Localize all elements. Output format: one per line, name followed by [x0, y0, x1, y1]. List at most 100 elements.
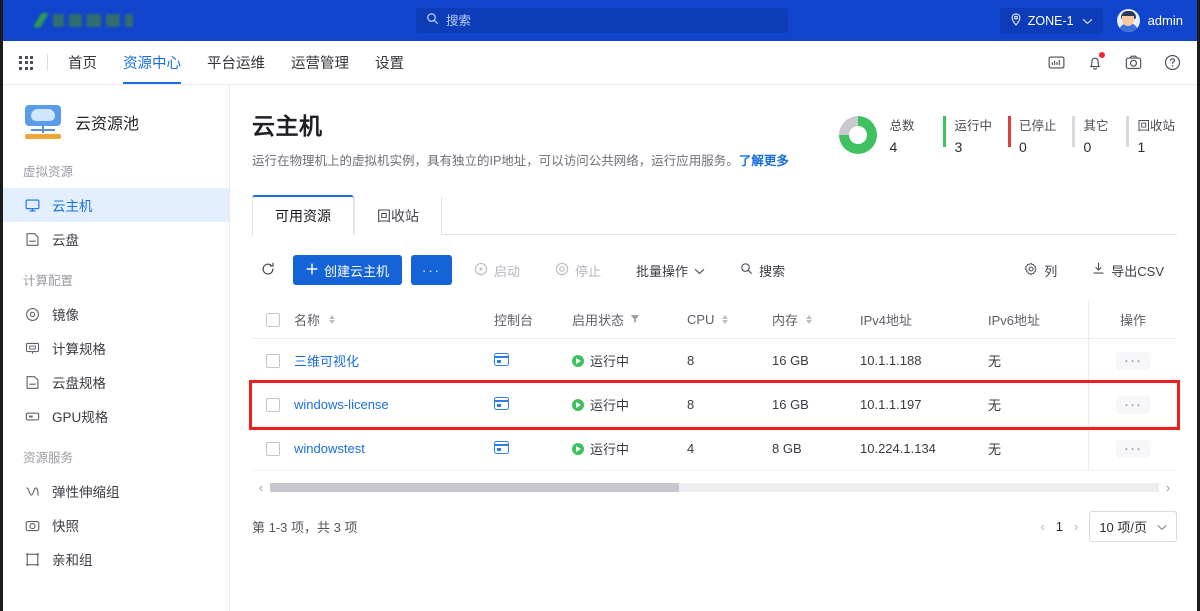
- table-row[interactable]: windows-license 运行中 8 16 GB 10.1.1.197 无…: [249, 380, 1180, 430]
- select-all-cell: [252, 312, 294, 327]
- location-pin-icon: [1010, 12, 1022, 29]
- sidebar-item-snapshot[interactable]: 快照: [3, 508, 229, 542]
- nav-icon-group: [1048, 52, 1181, 71]
- global-search[interactable]: [416, 8, 788, 33]
- export-csv-button[interactable]: 导出CSV: [1079, 255, 1177, 285]
- sidebar-item-label: 弹性伸缩组: [52, 485, 120, 500]
- select-all-checkbox[interactable]: [266, 312, 280, 327]
- sidebar-item-disk-spec[interactable]: 云盘规格: [3, 365, 229, 399]
- sidebar-title: 云资源池: [75, 116, 140, 133]
- console-icon[interactable]: [494, 440, 509, 454]
- sort-icon[interactable]: [806, 314, 813, 325]
- zone-selector[interactable]: ZONE-1: [999, 7, 1103, 34]
- header-ipv6: IPv6地址: [988, 310, 1088, 329]
- scroll-left-icon[interactable]: ‹: [252, 480, 270, 495]
- tab-available-resources[interactable]: 可用资源: [252, 195, 354, 235]
- stop-button[interactable]: 停止: [542, 255, 615, 285]
- scrollbar-track[interactable]: [270, 482, 1159, 492]
- sidebar-item-compute-spec[interactable]: 计算规格: [3, 331, 229, 365]
- row-more-button[interactable]: ···: [1116, 395, 1150, 414]
- host-name-link[interactable]: windowstest: [294, 441, 365, 456]
- running-icon: [572, 442, 584, 455]
- next-page-button[interactable]: ›: [1074, 519, 1078, 534]
- running-icon: [572, 398, 584, 411]
- filter-icon[interactable]: [630, 312, 640, 327]
- row-more-button[interactable]: ···: [1116, 439, 1150, 458]
- nav-item-settings[interactable]: 设置: [375, 41, 404, 84]
- host-name-link[interactable]: windows-license: [294, 397, 389, 412]
- sidebar-item-affinity-group[interactable]: 亲和组: [3, 542, 229, 576]
- scroll-right-icon[interactable]: ›: [1159, 480, 1177, 495]
- console-icon[interactable]: [494, 352, 509, 366]
- stat-total: 总数 4: [889, 115, 927, 155]
- header-name[interactable]: 名称: [294, 310, 494, 329]
- header-memory[interactable]: 内存: [772, 310, 860, 329]
- nav-item-operations[interactable]: 运营管理: [291, 41, 349, 84]
- header-status[interactable]: 启用状态: [572, 310, 687, 329]
- console-icon[interactable]: [494, 396, 509, 410]
- camera-icon[interactable]: [1125, 54, 1142, 71]
- refresh-button[interactable]: [252, 255, 284, 285]
- header-cpu[interactable]: CPU: [687, 312, 772, 327]
- sidebar-item-label: 计算规格: [52, 342, 106, 357]
- table-row[interactable]: windowstest 运行中 4 8 GB 10.224.1.134 无 ··…: [252, 427, 1177, 471]
- help-icon[interactable]: [1164, 54, 1181, 71]
- sidebar-item-gpu-spec[interactable]: GPU规格: [3, 399, 229, 433]
- top-bar: ZONE-1 admin: [3, 0, 1197, 41]
- stat-value: 0: [1018, 139, 1027, 155]
- zone-label: ZONE-1: [1027, 13, 1074, 28]
- scaling-icon: [25, 484, 41, 499]
- row-more-button[interactable]: ···: [1116, 351, 1150, 370]
- group-icon: [25, 552, 41, 567]
- table-search-button[interactable]: 搜索: [727, 255, 799, 285]
- sidebar-item-cloud-host[interactable]: 云主机: [3, 188, 229, 222]
- start-label: 启动: [494, 263, 521, 279]
- row-console-cell: [494, 440, 572, 457]
- monitor-icon[interactable]: [1048, 54, 1065, 71]
- sidebar-group-compute-config: 计算配置: [23, 274, 74, 288]
- disk-icon: [25, 232, 41, 247]
- tab-recycle-bin[interactable]: 回收站: [354, 195, 442, 235]
- header-label: IPv6地址: [988, 313, 1041, 328]
- nav-item-home[interactable]: 首页: [68, 41, 97, 84]
- topbar-right-group: ZONE-1 admin: [999, 7, 1183, 34]
- stat-label: 总数: [889, 119, 915, 133]
- nav-item-platform-ops[interactable]: 平台运维: [207, 41, 265, 84]
- company-logo[interactable]: [33, 11, 138, 31]
- user-menu[interactable]: admin: [1116, 9, 1183, 32]
- sort-icon[interactable]: [722, 314, 729, 325]
- prev-page-button[interactable]: ‹: [1040, 519, 1044, 534]
- horizontal-scrollbar[interactable]: ‹ ›: [252, 479, 1177, 495]
- scrollbar-thumb[interactable]: [270, 482, 679, 492]
- batch-operation-button[interactable]: 批量操作: [623, 255, 719, 285]
- apps-grid-icon[interactable]: [19, 55, 33, 70]
- bell-icon[interactable]: [1087, 52, 1105, 71]
- stat-label: 回收站: [1137, 119, 1175, 133]
- sort-icon[interactable]: [329, 314, 336, 325]
- stat-running: 运行中 3: [943, 115, 992, 155]
- pagination-summary: 第 1-3 项，共 3 项: [252, 520, 358, 535]
- tab-bar: 可用资源 回收站: [252, 195, 1177, 235]
- nav-item-resource-center[interactable]: 资源中心: [123, 41, 181, 84]
- table-row[interactable]: 三维可视化 运行中 8 16 GB 10.1.1.188 无 ···: [252, 339, 1177, 383]
- sidebar-item-cloud-disk[interactable]: 云盘: [3, 222, 229, 256]
- row-console-cell: [494, 352, 572, 369]
- stat-value: 3: [954, 139, 963, 155]
- stat-recycle-bin: 回收站 1: [1126, 115, 1175, 155]
- stat-bar: [1126, 116, 1130, 147]
- row-checkbox[interactable]: [266, 397, 280, 412]
- page-number-1[interactable]: 1: [1056, 519, 1063, 534]
- header-label: 操作: [1119, 313, 1146, 328]
- row-checkbox[interactable]: [266, 441, 280, 456]
- learn-more-link[interactable]: 了解更多: [739, 154, 789, 168]
- more-actions-button[interactable]: ···: [411, 255, 453, 285]
- page-size-select[interactable]: 10 项/页: [1089, 511, 1177, 542]
- start-button[interactable]: 启动: [461, 255, 534, 285]
- columns-button[interactable]: 列: [1011, 255, 1071, 285]
- sidebar-item-scaling-group[interactable]: 弹性伸缩组: [3, 474, 229, 508]
- host-name-link[interactable]: 三维可视化: [294, 351, 359, 370]
- sidebar-item-image[interactable]: 镜像: [3, 297, 229, 331]
- search-input[interactable]: [446, 13, 778, 28]
- row-checkbox[interactable]: [266, 353, 280, 368]
- create-cloud-host-button[interactable]: 创建云主机: [293, 255, 403, 285]
